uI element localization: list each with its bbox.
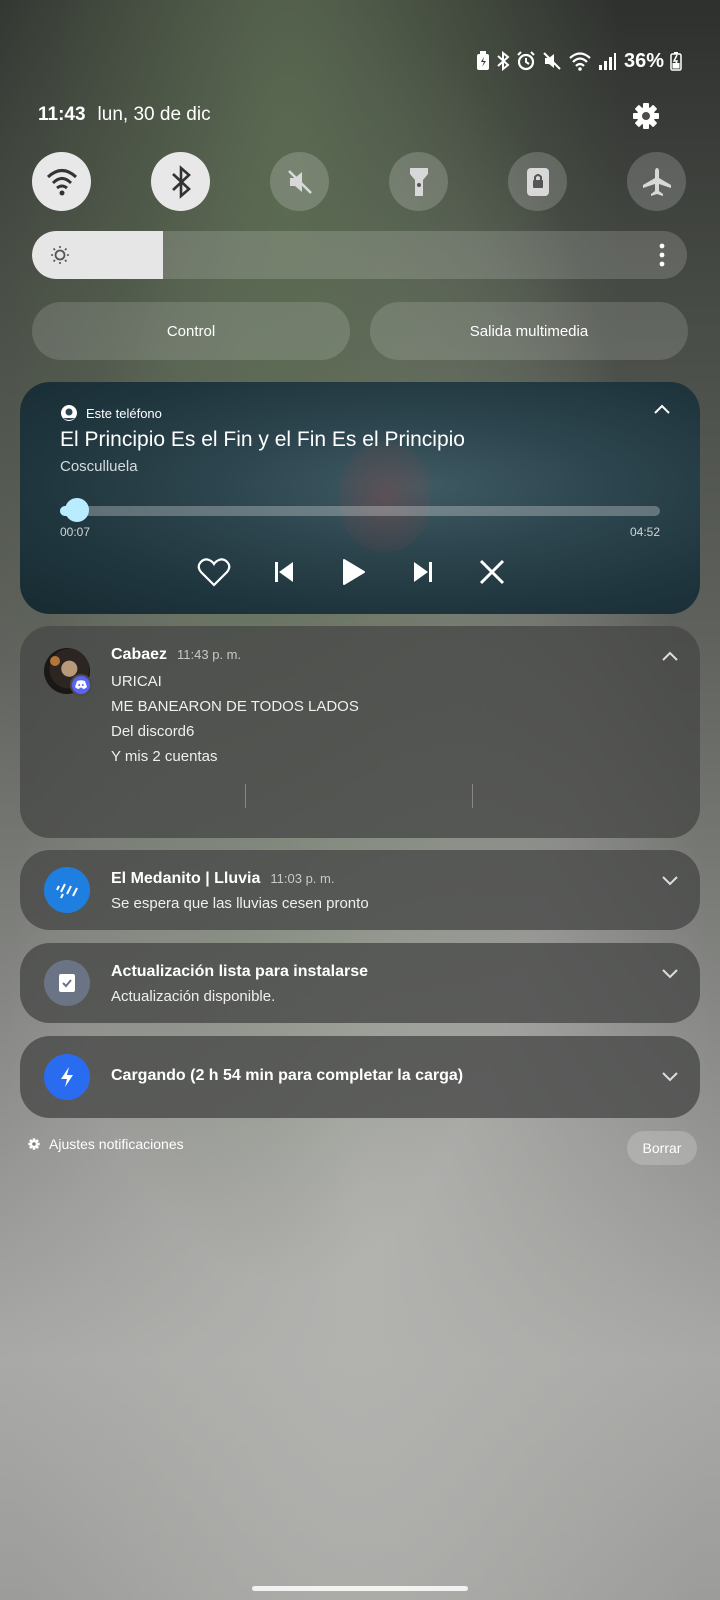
previous-button[interactable] bbox=[266, 554, 302, 590]
chevron-up-icon[interactable] bbox=[654, 404, 670, 414]
battery-percent: 36% bbox=[623, 49, 664, 72]
message-line: ME BANEARON DE TODOS LADOS bbox=[111, 698, 359, 715]
media-source: Este teléfono bbox=[60, 404, 162, 422]
chevron-up-icon[interactable] bbox=[662, 651, 678, 661]
close-icon bbox=[479, 559, 505, 585]
play-icon bbox=[343, 559, 365, 585]
battery-saver-icon bbox=[476, 51, 489, 70]
chevron-down-icon[interactable] bbox=[662, 969, 678, 979]
notification-title: Actualización lista para instalarse bbox=[111, 963, 368, 980]
song-title: El Principio Es el Fin y el Fin Es el Pr… bbox=[60, 428, 465, 451]
more-options-icon[interactable] bbox=[659, 243, 665, 267]
alarm-icon bbox=[517, 51, 535, 71]
wifi-icon bbox=[46, 168, 77, 195]
date: lun, 30 de dic bbox=[97, 104, 211, 125]
message-line: Del discord6 bbox=[111, 723, 195, 740]
signal-icon bbox=[598, 53, 616, 70]
home-indicator[interactable] bbox=[252, 1586, 468, 1591]
notification-text: Actualización disponible. bbox=[111, 988, 276, 1005]
background-wallpaper-text bbox=[240, 1180, 710, 1222]
chevron-down-icon[interactable] bbox=[662, 1072, 678, 1082]
control-button[interactable]: Control bbox=[32, 302, 350, 360]
wifi-icon bbox=[569, 52, 591, 71]
rotation-lock-toggle[interactable] bbox=[508, 152, 567, 211]
notification-text: Se espera que las lluvias cesen pronto bbox=[111, 895, 369, 912]
notification-charging[interactable]: Cargando (2 h 54 min para completar la c… bbox=[20, 1036, 700, 1118]
clear-button[interactable]: Borrar bbox=[627, 1131, 697, 1165]
media-player-card[interactable]: Este teléfono El Principio Es el Fin y e… bbox=[20, 382, 700, 614]
media-output-button[interactable]: Salida multimedia bbox=[370, 302, 688, 360]
album-art-background bbox=[340, 442, 430, 552]
mute-toggle[interactable] bbox=[270, 152, 329, 211]
wifi-toggle[interactable] bbox=[32, 152, 91, 211]
skip-previous-icon bbox=[275, 562, 293, 582]
notification-discord[interactable]: Cabaez 11:43 p. m. URICAI ME BANEARON DE … bbox=[20, 626, 700, 838]
settings-button[interactable] bbox=[630, 100, 662, 132]
action-divider bbox=[472, 784, 473, 808]
action-divider bbox=[245, 784, 246, 808]
media-source-label: Este teléfono bbox=[86, 405, 162, 421]
bluetooth-toggle[interactable] bbox=[151, 152, 210, 211]
lock-icon bbox=[526, 167, 549, 196]
airplane-icon bbox=[642, 167, 671, 196]
notification-title: Cargando (2 h 54 min para completar la c… bbox=[111, 1067, 464, 1084]
phone-speaker-icon bbox=[61, 405, 77, 421]
sun-icon bbox=[51, 246, 69, 264]
gear-icon bbox=[28, 1138, 40, 1150]
seek-thumb[interactable] bbox=[65, 498, 90, 522]
favorite-button[interactable] bbox=[196, 554, 232, 590]
brightness-slider[interactable] bbox=[32, 231, 687, 279]
airplane-mode-toggle[interactable] bbox=[627, 152, 686, 211]
elapsed-time: 00:07 bbox=[60, 525, 91, 539]
notification-time: 11:03 p. m. bbox=[270, 871, 335, 886]
battery-charging-icon bbox=[670, 52, 682, 71]
skip-next-icon bbox=[414, 562, 432, 582]
notification-settings-label: Ajustes notificaciones bbox=[49, 1136, 184, 1152]
notification-update[interactable]: Actualización lista para instalarse Actu… bbox=[20, 943, 700, 1023]
close-media-button[interactable] bbox=[474, 554, 510, 590]
notification-time: 11:43 p. m. bbox=[177, 647, 242, 662]
mute-icon bbox=[543, 52, 561, 70]
lightning-icon bbox=[44, 1054, 90, 1100]
total-duration: 04:52 bbox=[629, 525, 660, 539]
notification-app: El Medanito | Lluvia 11:03 p. m. bbox=[111, 870, 334, 888]
next-button[interactable] bbox=[405, 554, 441, 590]
notification-weather[interactable]: El Medanito | Lluvia 11:03 p. m. Se esper… bbox=[20, 850, 700, 930]
status-bar: 36% bbox=[476, 48, 682, 74]
sender-name: Cabaez bbox=[111, 646, 168, 663]
bluetooth-icon bbox=[171, 164, 191, 199]
notification-settings-link[interactable]: Ajustes notificaciones bbox=[27, 1136, 184, 1152]
discord-icon bbox=[70, 674, 92, 696]
message-line: Y mis 2 cuentas bbox=[111, 748, 218, 765]
song-artist: Cosculluela bbox=[60, 458, 138, 475]
mute-icon bbox=[287, 169, 312, 194]
flashlight-icon bbox=[409, 167, 428, 196]
clock: 11:43 bbox=[38, 104, 86, 125]
rain-icon bbox=[44, 867, 90, 913]
date-time: 11:43 lun, 30 de dic bbox=[38, 104, 211, 126]
heart-icon bbox=[197, 558, 231, 587]
play-button[interactable] bbox=[336, 554, 372, 590]
chevron-down-icon[interactable] bbox=[662, 876, 678, 886]
update-icon bbox=[44, 960, 90, 1006]
gear-icon bbox=[633, 103, 659, 129]
flashlight-toggle[interactable] bbox=[389, 152, 448, 211]
seek-bar[interactable] bbox=[60, 506, 660, 516]
notification-sender: Cabaez 11:43 p. m. bbox=[111, 646, 241, 664]
app-name: El Medanito | Lluvia bbox=[111, 870, 261, 887]
message-line: URICAI bbox=[111, 673, 162, 690]
bluetooth-icon bbox=[497, 51, 510, 71]
